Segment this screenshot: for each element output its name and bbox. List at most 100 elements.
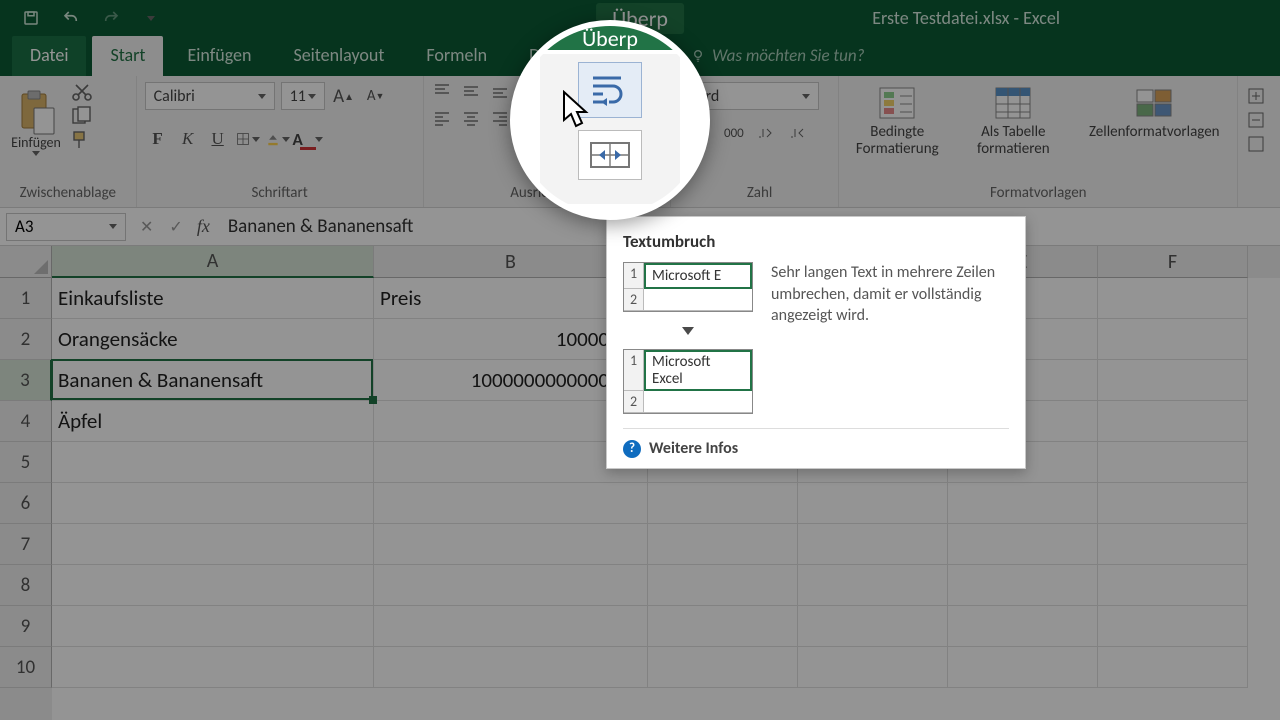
cell-A9[interactable] <box>52 606 374 647</box>
cell-E10[interactable] <box>948 647 1098 688</box>
cell-C7[interactable] <box>648 524 798 565</box>
cell-B6[interactable] <box>374 483 648 524</box>
cell-A4[interactable]: Äpfel <box>52 401 374 442</box>
row-header-10[interactable]: 10 <box>0 647 52 688</box>
cell-A7[interactable] <box>52 524 374 565</box>
cell-E9[interactable] <box>948 606 1098 647</box>
cut-icon[interactable] <box>70 82 94 102</box>
font-color-button[interactable]: A <box>295 126 321 152</box>
fill-handle[interactable] <box>369 396 377 404</box>
row-header-1[interactable]: 1 <box>0 278 52 319</box>
cell-E8[interactable] <box>948 565 1098 606</box>
cell-F9[interactable] <box>1098 606 1248 647</box>
cell-D9[interactable] <box>798 606 948 647</box>
paste-button[interactable]: Einfügen <box>8 82 64 164</box>
qat-customize-icon[interactable] <box>140 7 162 29</box>
cell-E7[interactable] <box>948 524 1098 565</box>
format-painter-icon[interactable] <box>70 130 94 150</box>
confirm-formula-icon[interactable]: ✓ <box>169 217 182 237</box>
tab-insert[interactable]: Einfügen <box>169 36 269 76</box>
cell-F1[interactable] <box>1098 278 1248 319</box>
copy-icon[interactable] <box>70 106 94 126</box>
align-left-icon[interactable] <box>432 109 458 133</box>
font-name-select[interactable]: Calibri <box>145 82 275 110</box>
row-header-6[interactable]: 6 <box>0 483 52 524</box>
row-header-8[interactable]: 8 <box>0 565 52 606</box>
delete-cells-icon[interactable] <box>1246 110 1270 130</box>
tooltip-more-info[interactable]: Weitere Infos <box>649 439 738 458</box>
align-middle-icon[interactable] <box>461 82 487 106</box>
cell-F7[interactable] <box>1098 524 1248 565</box>
select-all-corner[interactable] <box>0 246 52 278</box>
row-header-4[interactable]: 4 <box>0 401 52 442</box>
name-box[interactable]: A3 <box>6 213 126 241</box>
borders-button[interactable] <box>235 126 261 152</box>
cell-F8[interactable] <box>1098 565 1248 606</box>
tab-file[interactable]: Datei <box>12 36 86 76</box>
cell-D8[interactable] <box>798 565 948 606</box>
cell-F6[interactable] <box>1098 483 1248 524</box>
decrease-decimal-icon[interactable] <box>785 120 811 146</box>
insert-cells-icon[interactable] <box>1246 86 1270 106</box>
cell-F5[interactable] <box>1098 442 1248 483</box>
increase-font-icon[interactable]: A▲ <box>331 83 357 109</box>
align-top-icon[interactable] <box>432 82 458 106</box>
cell-A1[interactable]: Einkaufsliste <box>52 278 374 319</box>
fill-color-button[interactable] <box>265 126 291 152</box>
cell-C10[interactable] <box>648 647 798 688</box>
font-size-select[interactable]: 11 <box>281 82 325 110</box>
cancel-formula-icon[interactable]: ✕ <box>140 217 153 237</box>
undo-icon[interactable] <box>60 7 82 29</box>
decrease-font-icon[interactable]: A▼ <box>363 83 389 109</box>
cell-styles-button[interactable]: Zellenformatvorlagen <box>1079 82 1229 141</box>
cell-styles-label: Zellenformatvorlagen <box>1089 124 1220 141</box>
tt-before-row1: 1 <box>624 263 644 289</box>
cell-A2[interactable]: Orangensäcke <box>52 319 374 360</box>
cell-F3[interactable] <box>1098 360 1248 401</box>
redo-icon[interactable] <box>100 7 122 29</box>
conditional-formatting-button[interactable]: Bedingte Formatierung <box>847 82 947 157</box>
tab-start[interactable]: Start <box>92 36 163 76</box>
clipboard-group-label: Zwischenablage <box>8 181 128 205</box>
bold-button[interactable]: F <box>145 126 171 152</box>
cell-D6[interactable] <box>798 483 948 524</box>
cell-A3[interactable]: Bananen & Bananensaft <box>52 360 374 401</box>
cell-D7[interactable] <box>798 524 948 565</box>
cell-C9[interactable] <box>648 606 798 647</box>
cell-C8[interactable] <box>648 565 798 606</box>
save-icon[interactable] <box>20 7 42 29</box>
cell-A6[interactable] <box>52 483 374 524</box>
row-header-5[interactable]: 5 <box>0 442 52 483</box>
column-header-A[interactable]: A <box>52 246 374 278</box>
format-as-table-button[interactable]: Als Tabelle formatieren <box>963 82 1063 157</box>
increase-decimal-icon[interactable] <box>753 120 779 146</box>
cell-F10[interactable] <box>1098 647 1248 688</box>
row-header-9[interactable]: 9 <box>0 606 52 647</box>
cell-B9[interactable] <box>374 606 648 647</box>
cell-B10[interactable] <box>374 647 648 688</box>
cell-B7[interactable] <box>374 524 648 565</box>
cell-C6[interactable] <box>648 483 798 524</box>
row-header-7[interactable]: 7 <box>0 524 52 565</box>
italic-button[interactable]: K <box>175 126 201 152</box>
format-cells-icon[interactable] <box>1246 134 1270 154</box>
cell-D10[interactable] <box>798 647 948 688</box>
tab-formulas[interactable]: Formeln <box>408 36 505 76</box>
align-center-icon[interactable] <box>461 109 487 133</box>
cell-B8[interactable] <box>374 565 648 606</box>
row-header-3[interactable]: 3 <box>0 360 52 401</box>
row-header-2[interactable]: 2 <box>0 319 52 360</box>
underline-button[interactable]: U <box>205 126 231 152</box>
tab-pagelayout[interactable]: Seitenlayout <box>275 36 402 76</box>
column-header-F[interactable]: F <box>1098 246 1248 278</box>
fx-icon[interactable]: fx <box>197 216 210 237</box>
cell-F2[interactable] <box>1098 319 1248 360</box>
cell-F4[interactable] <box>1098 401 1248 442</box>
tell-me-search[interactable]: Was möchten Sie tun? <box>690 45 864 76</box>
cell-A8[interactable] <box>52 565 374 606</box>
cell-E6[interactable] <box>948 483 1098 524</box>
cell-A5[interactable] <box>52 442 374 483</box>
cell-A10[interactable] <box>52 647 374 688</box>
thousands-button[interactable]: 000 <box>721 120 747 146</box>
merge-center-button[interactable] <box>578 130 642 180</box>
